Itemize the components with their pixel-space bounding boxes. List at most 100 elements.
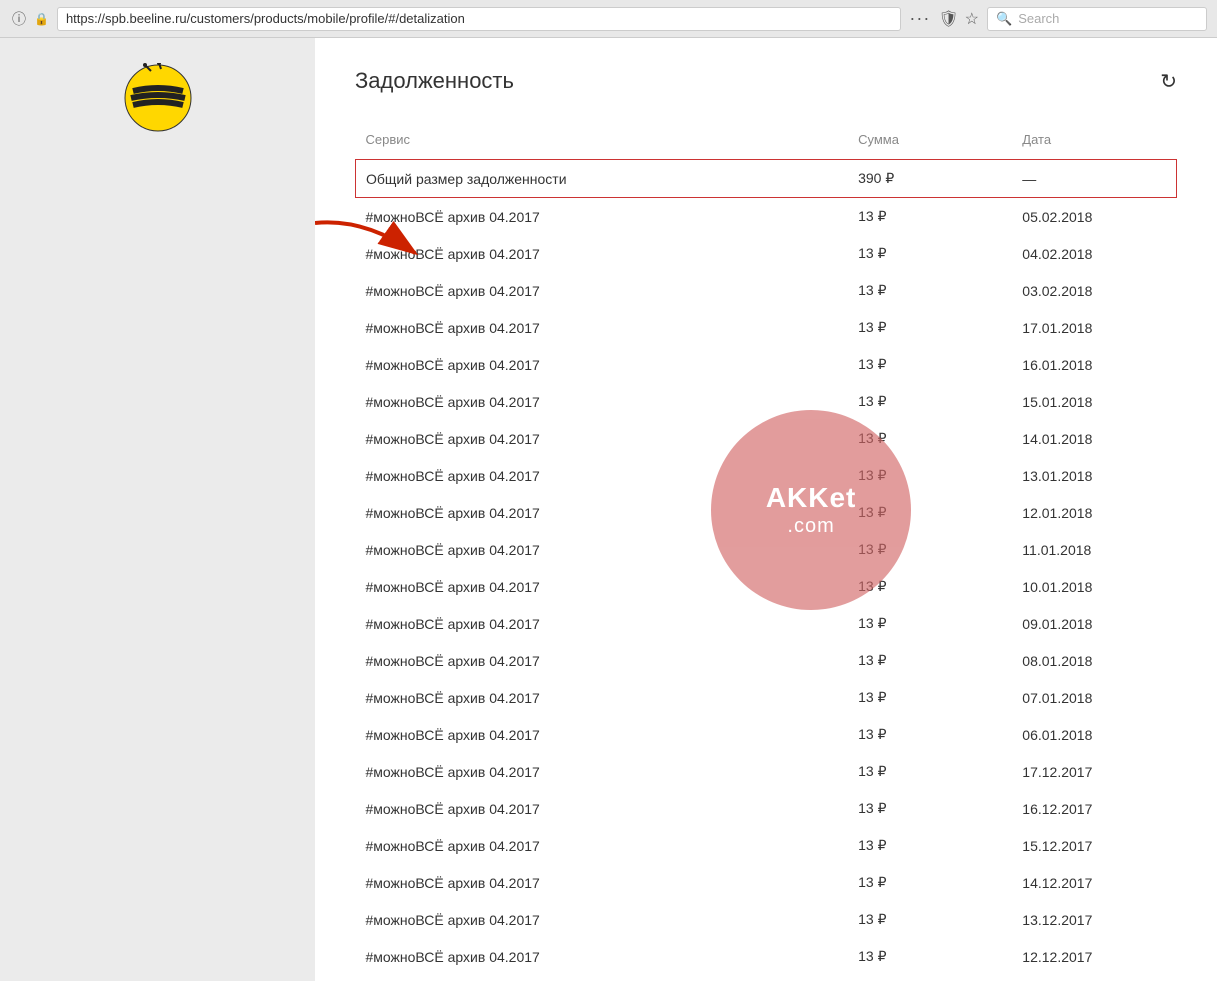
- row-date: 15.12.2017: [1012, 827, 1176, 864]
- table-row: #можноВСЁ архив 04.201713 ₽08.01.2018: [356, 642, 1177, 679]
- row-amount: 13 ₽: [848, 605, 1012, 642]
- table-row: #можноВСЁ архив 04.201713 ₽10.01.2018: [356, 568, 1177, 605]
- row-service: #можноВСЁ архив 04.2017: [356, 753, 849, 790]
- row-service: #можноВСЁ архив 04.2017: [356, 198, 849, 236]
- table-row: #можноВСЁ архив 04.201713 ₽14.12.2017: [356, 864, 1177, 901]
- table-row: #можноВСЁ архив 04.201713 ₽13.12.2017: [356, 901, 1177, 938]
- table-row: #можноВСЁ архив 04.201713 ₽05.02.2018: [356, 198, 1177, 236]
- row-amount: 13 ₽: [848, 975, 1012, 981]
- table-row: #можноВСЁ архив 04.201713 ₽12.12.2017: [356, 938, 1177, 975]
- row-amount: 13 ₽: [848, 901, 1012, 938]
- row-amount: 13 ₽: [848, 753, 1012, 790]
- row-amount: 13 ₽: [848, 309, 1012, 346]
- bookmark-icons: 🛡 ☆: [938, 9, 979, 29]
- table-row: #можноВСЁ архив 04.201713 ₽17.01.2018: [356, 309, 1177, 346]
- table-row: #можноВСЁ архив 04.201713 ₽16.01.2018: [356, 346, 1177, 383]
- row-service: #можноВСЁ архив 04.2017: [356, 346, 849, 383]
- header-service: Сервис: [356, 124, 849, 160]
- total-row: Общий размер задолженности 390 ₽ —: [356, 160, 1177, 198]
- row-service: #можноВСЁ архив 04.2017: [356, 827, 849, 864]
- page-layout: Задолженность ↻ Сервис Сумма Дата Общий …: [0, 38, 1217, 981]
- table-row: #можноВСЁ архив 04.201713 ₽13.01.2018: [356, 457, 1177, 494]
- table-row: #можноВСЁ архив 04.201713 ₽14.01.2018: [356, 420, 1177, 457]
- row-amount: 13 ₽: [848, 790, 1012, 827]
- sidebar: [0, 38, 315, 981]
- debt-table: Сервис Сумма Дата Общий размер задолженн…: [355, 124, 1177, 981]
- row-service: #можноВСЁ архив 04.2017: [356, 309, 849, 346]
- lock-icon: 🔒: [34, 12, 49, 26]
- row-amount: 13 ₽: [848, 383, 1012, 420]
- row-service: #можноВСЁ архив 04.2017: [356, 420, 849, 457]
- row-amount: 13 ₽: [848, 938, 1012, 975]
- total-date: —: [1012, 160, 1176, 198]
- table-row: #можноВСЁ архив 04.201713 ₽12.01.2018: [356, 494, 1177, 531]
- row-date: 12.12.2017: [1012, 938, 1176, 975]
- total-service: Общий размер задолженности: [356, 160, 849, 198]
- row-date: 14.12.2017: [1012, 864, 1176, 901]
- url-text: https://spb.beeline.ru/customers/product…: [66, 11, 465, 26]
- row-date: 05.02.2018: [1012, 198, 1176, 236]
- row-amount: 13 ₽: [848, 531, 1012, 568]
- table-row: #можноВСЁ архив 04.201713 ₽15.12.2017: [356, 827, 1177, 864]
- row-amount: 13 ₽: [848, 420, 1012, 457]
- row-service: #можноВСЁ архив 04.2017: [356, 494, 849, 531]
- row-date: 11.01.2018: [1012, 531, 1176, 568]
- table-row: #можноВСЁ архив 04.201713 ₽07.01.2018: [356, 679, 1177, 716]
- row-date: 14.01.2018: [1012, 420, 1176, 457]
- table-row: #можноВСЁ архив 04.201713 ₽15.01.2018: [356, 383, 1177, 420]
- row-date: 09.01.2018: [1012, 605, 1176, 642]
- row-date: 17.01.2018: [1012, 309, 1176, 346]
- star-icon: ☆: [965, 9, 979, 29]
- table-row: #можноВСЁ архив 04.201713 ₽04.02.2018: [356, 235, 1177, 272]
- row-service: #можноВСЁ архив 04.2017: [356, 235, 849, 272]
- row-date: 03.02.2018: [1012, 272, 1176, 309]
- row-service: #можноВСЁ архив 04.2017: [356, 642, 849, 679]
- row-date: 16.01.2018: [1012, 346, 1176, 383]
- search-bar[interactable]: 🔍 Search: [987, 7, 1207, 31]
- row-date: 17.12.2017: [1012, 753, 1176, 790]
- row-service: #можноВСЁ архив 04.2017: [356, 568, 849, 605]
- row-service: #можноВСЁ архив 04.2017: [356, 864, 849, 901]
- row-date: 13.01.2018: [1012, 457, 1176, 494]
- page-header: Задолженность ↻: [355, 68, 1177, 94]
- row-amount: 13 ₽: [848, 642, 1012, 679]
- search-icon: 🔍: [996, 11, 1012, 27]
- row-amount: 13 ₽: [848, 198, 1012, 236]
- row-amount: 13 ₽: [848, 346, 1012, 383]
- row-date: 15.01.2018: [1012, 383, 1176, 420]
- row-date: 10.01.2018: [1012, 568, 1176, 605]
- main-content: Задолженность ↻ Сервис Сумма Дата Общий …: [315, 38, 1217, 981]
- row-amount: 13 ₽: [848, 864, 1012, 901]
- row-service: #можноВСЁ архив 04.2017: [356, 790, 849, 827]
- address-bar[interactable]: https://spb.beeline.ru/customers/product…: [57, 7, 901, 31]
- row-amount: 13 ₽: [848, 494, 1012, 531]
- search-placeholder: Search: [1018, 11, 1059, 26]
- table-body: Общий размер задолженности 390 ₽ — #можн…: [356, 160, 1177, 981]
- row-service: #можноВСЁ архив 04.2017: [356, 938, 849, 975]
- shield-icon: 🛡: [938, 9, 958, 29]
- browser-chrome: ⓘ 🔒 https://spb.beeline.ru/customers/pro…: [0, 0, 1217, 38]
- row-date: 12.01.2018: [1012, 494, 1176, 531]
- table-row: #можноВСЁ архив 04.201713 ₽11.12.2017: [356, 975, 1177, 981]
- row-amount: 13 ₽: [848, 272, 1012, 309]
- table-header: Сервис Сумма Дата: [356, 124, 1177, 160]
- row-date: 11.12.2017: [1012, 975, 1176, 981]
- header-date: Дата: [1012, 124, 1176, 160]
- table-row: #можноВСЁ архив 04.201713 ₽06.01.2018: [356, 716, 1177, 753]
- row-amount: 13 ₽: [848, 679, 1012, 716]
- info-icon: ⓘ: [10, 10, 28, 28]
- row-service: #можноВСЁ архив 04.2017: [356, 716, 849, 753]
- row-service: #можноВСЁ архив 04.2017: [356, 383, 849, 420]
- row-amount: 13 ₽: [848, 235, 1012, 272]
- row-service: #можноВСЁ архив 04.2017: [356, 272, 849, 309]
- table-row: #можноВСЁ архив 04.201713 ₽03.02.2018: [356, 272, 1177, 309]
- row-amount: 13 ₽: [848, 827, 1012, 864]
- header-amount: Сумма: [848, 124, 1012, 160]
- browser-menu-button[interactable]: ···: [909, 8, 930, 29]
- browser-nav-icons: ⓘ 🔒: [10, 10, 49, 28]
- row-service: #можноВСЁ архив 04.2017: [356, 901, 849, 938]
- total-amount: 390 ₽: [848, 160, 1012, 198]
- refresh-button[interactable]: ↻: [1160, 69, 1177, 94]
- table-row: #можноВСЁ архив 04.201713 ₽16.12.2017: [356, 790, 1177, 827]
- row-amount: 13 ₽: [848, 716, 1012, 753]
